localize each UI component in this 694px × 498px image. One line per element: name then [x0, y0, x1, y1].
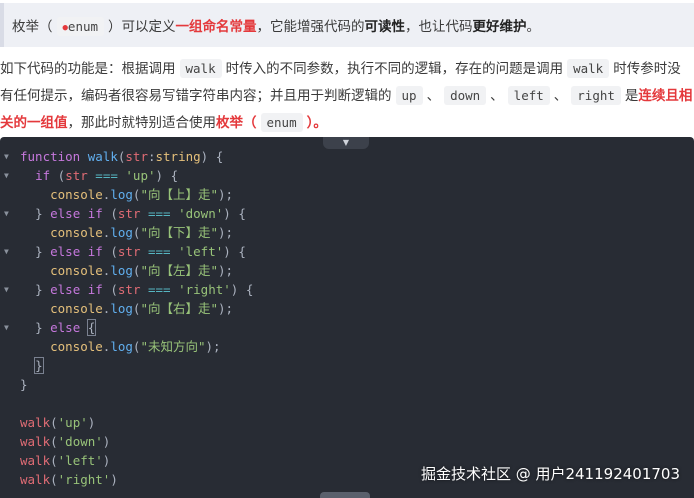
code-line: }: [0, 356, 694, 375]
walk-inline-code: walk: [179, 59, 222, 78]
paragraph-bold-values: 关的一组值: [0, 115, 68, 131]
paragraph-bold-related: 连续且相: [638, 88, 693, 104]
code-content: ▼ function walk(str:string) { ▼ if (str =…: [0, 147, 694, 489]
right-inline-code: right: [571, 86, 621, 105]
matched-bracket: {: [86, 319, 97, 336]
code-line: ▼ } else if (str === 'down') {: [4, 204, 246, 223]
left-inline-code: left: [507, 86, 550, 105]
fold-arrow-icon[interactable]: ▼: [4, 280, 14, 299]
tip-bold-constants: 一组命名常量: [175, 19, 257, 35]
up-inline-code: up: [395, 86, 423, 105]
code-line: walk('down'): [20, 434, 111, 449]
code-line: ▼ function walk(str:string) {: [4, 147, 224, 166]
tip-prefix: 枚举（: [12, 19, 53, 35]
code-line: ▼ } else if (str === 'left') {: [4, 242, 246, 261]
enum-inline-code: enum: [260, 113, 303, 132]
fold-arrow-icon[interactable]: ▼: [4, 147, 14, 166]
description-paragraph: 如下代码的功能是：根据调用 walk 时传入的不同参数，执行不同的逻辑，存在的问题是…: [0, 55, 694, 136]
walk-inline-code: walk: [567, 59, 610, 78]
code-line: console.log("向【下】走");: [50, 225, 234, 240]
paragraph-line-3: 关的一组值，那此时就特别适合使用枚举（ enum）。: [0, 113, 327, 132]
paragraph-line-1: 如下代码的功能是：根据调用 walk 时传入的不同参数，执行不同的逻辑，存在的问题是…: [0, 59, 681, 78]
fold-arrow-icon[interactable]: ▼: [4, 166, 14, 185]
paragraph-line-2: 有任何提示，编码者很容易写错字符串内容；并且用于判断逻辑的 up、 down、 lef…: [0, 86, 693, 105]
code-line: ▼ if (str === 'up') {: [4, 166, 179, 185]
tip-bold-readability: 可读性: [364, 19, 406, 35]
code-block: ▼ ▼ function walk(str:string) { ▼ if (str…: [0, 137, 694, 498]
down-inline-code: down: [444, 86, 487, 105]
fold-arrow-icon[interactable]: ▼: [4, 204, 14, 223]
code-line: ▼ } else if (str === 'right') {: [4, 280, 254, 299]
code-line: console.log("向【上】走");: [50, 187, 234, 202]
matched-bracket: }: [34, 357, 44, 374]
tip-bold-maintain: 更好维护: [472, 19, 527, 35]
paragraph-bold-enum: 枚举（: [216, 115, 257, 131]
watermark: 掘金技术社区 @ 用户241192401703: [420, 465, 680, 483]
fold-arrow-icon[interactable]: ▼: [4, 242, 14, 261]
enum-inline-code: ●enum: [56, 17, 105, 36]
code-line: ▼ } else {: [4, 318, 97, 337]
code-line: }: [20, 377, 28, 392]
chevron-down-icon: ▼: [342, 138, 350, 147]
code-line: console.log("向【左】走");: [50, 263, 234, 278]
expand-handle[interactable]: [320, 492, 370, 498]
code-line: console.log("向【右】走");: [50, 301, 234, 316]
code-line: console.log("未知方向");: [50, 339, 221, 354]
tip-callout: 枚举（ ●enum ）可以定义一组命名常量，它能增强代码的可读性，也让代码更好维护。: [0, 3, 694, 47]
cursor-marker-icon: ●: [62, 23, 68, 33]
fold-arrow-icon[interactable]: ▼: [4, 318, 14, 337]
tip-middle: ）可以定义: [108, 19, 176, 35]
code-line: walk('up'): [20, 415, 96, 430]
